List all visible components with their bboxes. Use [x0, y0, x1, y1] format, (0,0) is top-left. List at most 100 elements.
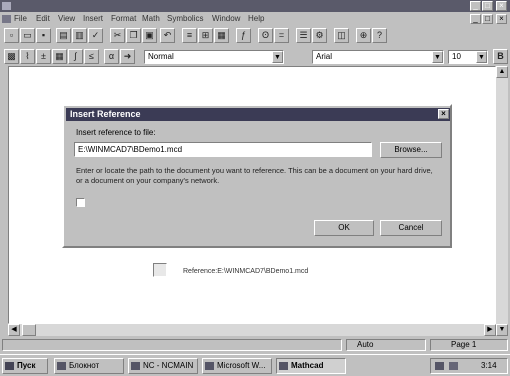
equals-icon[interactable]: = — [274, 28, 289, 43]
volume-icon[interactable] — [449, 362, 458, 370]
cut-icon[interactable]: ✂ — [110, 28, 125, 43]
scroll-up-icon[interactable]: ▲ — [496, 66, 508, 78]
help-icon[interactable]: ? — [372, 28, 387, 43]
start-button[interactable]: Пуск — [2, 358, 48, 374]
undo-icon[interactable]: ↶ — [160, 28, 175, 43]
reference-region[interactable]: Reference:E:\WINMCAD7\BDemo1.mcd — [153, 263, 413, 285]
spell-check-icon[interactable]: ✓ — [88, 28, 103, 43]
status-mode: Auto — [346, 339, 426, 351]
open-icon[interactable]: ▭ — [20, 28, 35, 43]
start-label: Пуск — [17, 361, 36, 370]
status-bar: Auto Page 1 — [0, 338, 510, 352]
task-button-nc[interactable]: NC - NCMAIN — [128, 358, 198, 374]
task-button-mathcad[interactable]: Mathcad — [276, 358, 346, 374]
graph-palette-icon[interactable]: ⌇ — [20, 49, 35, 64]
menu-window[interactable]: Window — [212, 14, 240, 23]
ok-button[interactable]: OK — [314, 220, 374, 236]
option-checkbox[interactable] — [76, 198, 85, 207]
chevron-down-icon[interactable]: ▼ — [432, 51, 443, 63]
nc-icon — [131, 362, 140, 370]
doc-minimize-icon[interactable]: _ — [470, 14, 481, 24]
boolean-palette-icon[interactable]: ≤ — [84, 49, 99, 64]
notepad-icon — [57, 362, 66, 370]
menu-insert[interactable]: Insert — [83, 14, 103, 23]
cancel-button[interactable]: Cancel — [380, 220, 442, 236]
browse-button[interactable]: Browse... — [380, 142, 442, 158]
save-icon[interactable]: ▪ — [36, 28, 51, 43]
file-path-value: E:\WINMCAD7\BDemo1.mcd — [78, 145, 183, 154]
menu-edit[interactable]: Edit — [36, 14, 50, 23]
task-label: NC - NCMAIN — [143, 361, 194, 370]
menu-format[interactable]: Format — [111, 14, 136, 23]
symbolic-palette-icon[interactable]: ➜ — [120, 49, 135, 64]
task-button-word[interactable]: Microsoft W... — [202, 358, 272, 374]
scroll-right-icon[interactable]: ▶ — [484, 324, 496, 336]
vertical-scrollbar[interactable]: ▲ ▼ — [496, 66, 508, 336]
dialog-close-icon[interactable]: × — [438, 109, 449, 119]
menu-math[interactable]: Math — [142, 14, 160, 23]
close-icon[interactable]: × — [496, 1, 507, 11]
horizontal-scrollbar[interactable]: ◀ ▶ — [8, 324, 496, 336]
new-icon[interactable]: ▫ — [4, 28, 19, 43]
minimize-icon[interactable]: _ — [470, 1, 481, 11]
style-select[interactable]: Normal ▼ — [144, 50, 284, 64]
clock: 3:14 — [481, 361, 497, 370]
chevron-down-icon[interactable]: ▼ — [476, 51, 487, 63]
insert-reference-dialog: Insert Reference × Insert reference to f… — [62, 104, 452, 248]
app-icon — [2, 2, 11, 10]
calculate-icon[interactable]: ⚙ — [312, 28, 327, 43]
insert-matrix-icon[interactable]: ▦ — [214, 28, 229, 43]
task-button-notepad[interactable]: Блокнот — [54, 358, 124, 374]
bold-icon[interactable]: B — [493, 49, 508, 64]
resource-icon[interactable]: ☰ — [296, 28, 311, 43]
task-label: Microsoft W... — [217, 361, 266, 370]
size-select[interactable]: 10 ▼ — [448, 50, 488, 64]
mathcad-icon — [279, 362, 288, 370]
insert-unit-icon[interactable]: ʘ — [258, 28, 273, 43]
task-label: Блокнот — [69, 361, 100, 370]
menu-bar: File Edit View Insert Format Math Symbol… — [0, 12, 510, 26]
task-label: Mathcad — [291, 361, 324, 370]
reference-icon — [153, 263, 167, 277]
scroll-down-icon[interactable]: ▼ — [496, 324, 508, 336]
window-titlebar: _ □ × — [0, 0, 510, 12]
doc-close-icon[interactable]: × — [496, 14, 507, 24]
keyboard-layout-icon[interactable] — [435, 362, 444, 370]
dialog-titlebar: Insert Reference × — [66, 108, 450, 121]
scroll-left-icon[interactable]: ◀ — [8, 324, 20, 336]
matrix-palette-icon[interactable]: ▦ — [52, 49, 67, 64]
print-icon[interactable]: ▤ — [56, 28, 71, 43]
word-icon — [205, 362, 214, 370]
print-preview-icon[interactable]: ▥ — [72, 28, 87, 43]
maximize-icon[interactable]: □ — [482, 1, 493, 11]
align-icon[interactable]: ≡ — [182, 28, 197, 43]
menu-help[interactable]: Help — [248, 14, 264, 23]
file-prompt-label: Insert reference to file: — [76, 128, 156, 137]
format-toolbar: ▩ ⌇ ± ▦ ∫ ≤ α ➜ Normal ▼ Arial ▼ 10 ▼ B — [0, 47, 510, 67]
status-page: Page 1 — [430, 339, 508, 351]
calculator-palette-icon[interactable]: ▩ — [4, 49, 19, 64]
evaluation-palette-icon[interactable]: ± — [36, 49, 51, 64]
font-select[interactable]: Arial ▼ — [312, 50, 444, 64]
reference-label: Reference:E:\WINMCAD7\BDemo1.mcd — [183, 268, 309, 275]
menu-file[interactable]: File — [14, 14, 27, 23]
paste-icon[interactable]: ▣ — [142, 28, 157, 43]
doc-restore-icon[interactable]: □ — [482, 14, 493, 24]
zoom-icon[interactable]: ⊕ — [356, 28, 371, 43]
insert-graph-icon[interactable]: ⊞ — [198, 28, 213, 43]
component-icon[interactable]: ◫ — [334, 28, 349, 43]
calculus-palette-icon[interactable]: ∫ — [68, 49, 83, 64]
file-path-input[interactable]: E:\WINMCAD7\BDemo1.mcd — [74, 142, 372, 157]
greek-palette-icon[interactable]: α — [104, 49, 119, 64]
chevron-down-icon[interactable]: ▼ — [272, 51, 283, 63]
status-message — [2, 339, 342, 351]
standard-toolbar: ▫ ▭ ▪ ▤ ▥ ✓ ✂ ❐ ▣ ↶ ≡ ⊞ ▦ ƒ ʘ = ☰ ⚙ ◫ ⊕ … — [0, 26, 510, 46]
menu-view[interactable]: View — [58, 14, 75, 23]
insert-function-icon[interactable]: ƒ — [236, 28, 251, 43]
document-icon — [2, 15, 11, 23]
dialog-description: Enter or locate the path to the document… — [76, 166, 433, 185]
dialog-title: Insert Reference — [70, 109, 141, 119]
scroll-thumb[interactable] — [22, 324, 36, 336]
menu-symbolics[interactable]: Symbolics — [167, 14, 203, 23]
copy-icon[interactable]: ❐ — [126, 28, 141, 43]
